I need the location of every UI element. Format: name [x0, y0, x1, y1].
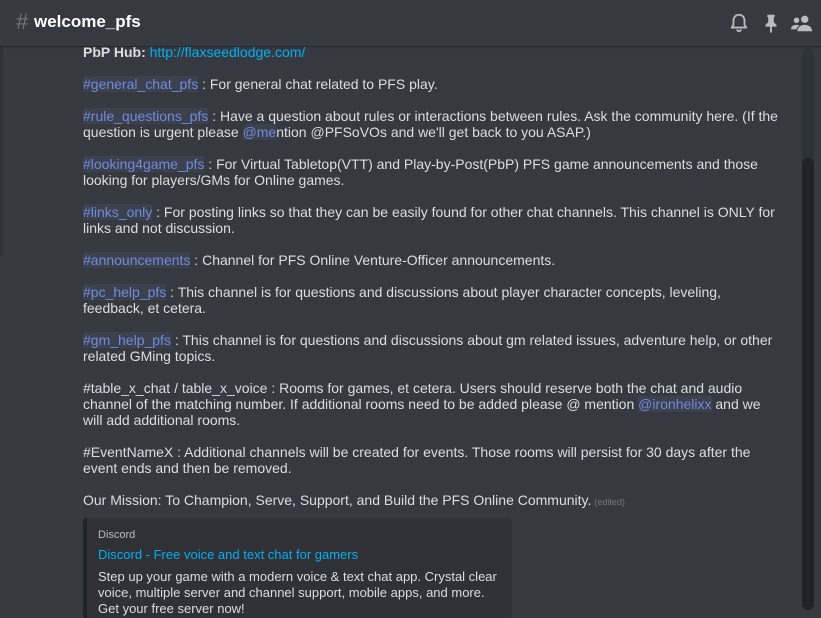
looking-line: #looking4game_pfs : For Virtual Tabletop… [83, 156, 783, 188]
channel-link-links[interactable]: #links_only [83, 204, 153, 220]
links-line: #links_only : For posting links so that … [83, 204, 783, 236]
links-desc: : For posting links so that they can be … [83, 204, 775, 236]
embed-provider: Discord [98, 529, 136, 541]
mission-line: Our Mission: To Champion, Serve, Support… [83, 492, 783, 510]
members-icon[interactable] [790, 12, 814, 34]
event-line: #EventNameX : Additional channels will b… [83, 444, 783, 476]
mention-ironhelixx[interactable]: @ironhelixx [638, 396, 712, 412]
pbp-label: PbP Hub: [83, 44, 146, 60]
channel-link-announcements[interactable]: #announcements [83, 252, 191, 268]
mission-text: Our Mission: To Champion, Serve, Support… [83, 492, 592, 508]
rules-desc-end: ntion @PFSoVOs and we'll get back to you… [276, 124, 591, 140]
edited-tag: (edited) [594, 497, 625, 507]
channel-link-general[interactable]: #general_chat_pfs [83, 76, 199, 92]
announcements-line: #announcements : Channel for PFS Online … [83, 252, 783, 268]
event-desc: #EventNameX : Additional channels will b… [83, 444, 751, 476]
scrollbar-thumb[interactable] [802, 158, 814, 610]
channel-title: welcome_pfs [34, 12, 141, 31]
pc-help-line: #pc_help_pfs : This channel is for quest… [83, 284, 783, 316]
gm-help-desc: : This channel is for questions and disc… [83, 332, 773, 364]
channel-link-pc-help[interactable]: #pc_help_pfs [83, 284, 167, 300]
sidebar-edge [0, 46, 3, 256]
hashtag-icon: # [16, 9, 29, 34]
announcements-desc: : Channel for PFS Online Venture-Officer… [190, 252, 556, 268]
channel-link-rules[interactable]: #rule_questions_pfs [83, 108, 209, 124]
channel-link-looking[interactable]: #looking4game_pfs [83, 156, 205, 172]
message-content: PbP Hub: http://flaxseedlodge.com/ #gene… [83, 44, 783, 526]
bell-icon[interactable] [728, 12, 750, 34]
rules-line: #rule_questions_pfs : Have a question ab… [83, 108, 783, 140]
channel-link-gm-help[interactable]: #gm_help_pfs [83, 332, 171, 348]
pc-help-desc: : This channel is for questions and disc… [83, 284, 721, 316]
pbp-line: PbP Hub: http://flaxseedlodge.com/ [83, 44, 783, 60]
pbp-link[interactable]: http://flaxseedlodge.com/ [150, 44, 306, 60]
mention-me[interactable]: @me [242, 124, 277, 140]
link-embed: Discord Discord - Free voice and text ch… [83, 518, 512, 618]
embed-title-link[interactable]: Discord - Free voice and text chat for g… [98, 547, 358, 562]
general-desc: : For general chat related to PFS play. [198, 76, 438, 92]
table-line: #table_x_chat / table_x_voice : Rooms fo… [83, 380, 783, 428]
pin-icon[interactable] [760, 12, 782, 34]
general-line: #general_chat_pfs : For general chat rel… [83, 76, 783, 92]
gm-help-line: #gm_help_pfs : This channel is for quest… [83, 332, 783, 364]
channel-header: # welcome_pfs [0, 0, 821, 46]
